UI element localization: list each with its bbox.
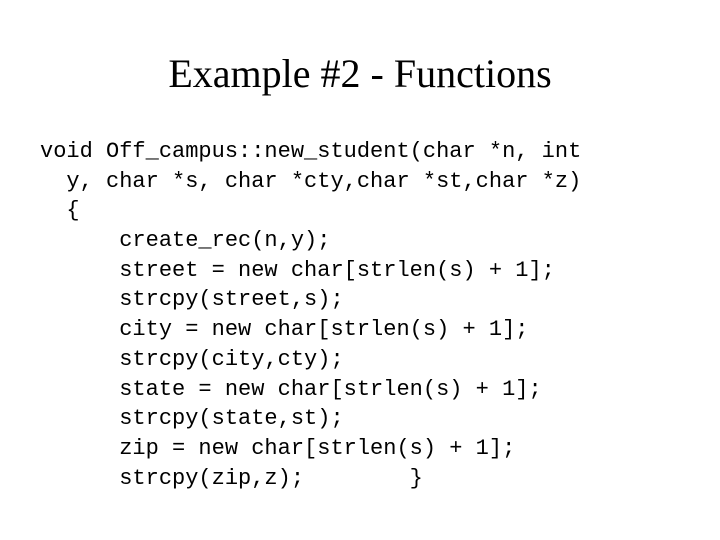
code-block: void Off_campus::new_student(char *n, in…	[40, 137, 680, 493]
code-line: city = new char[strlen(s) + 1];	[40, 317, 528, 342]
code-line: void Off_campus::new_student(char *n, in…	[40, 139, 581, 164]
code-line: strcpy(state,st);	[40, 406, 344, 431]
code-line: strcpy(city,cty);	[40, 347, 344, 372]
code-line: street = new char[strlen(s) + 1];	[40, 258, 555, 283]
code-line: strcpy(zip,z); }	[40, 466, 423, 491]
code-line: strcpy(street,s);	[40, 287, 344, 312]
slide: Example #2 - Functions void Off_campus::…	[0, 0, 720, 540]
code-line: create_rec(n,y);	[40, 228, 330, 253]
code-line: state = new char[strlen(s) + 1];	[40, 377, 542, 402]
slide-title: Example #2 - Functions	[40, 50, 680, 97]
code-line: y, char *s, char *cty,char *st,char *z)	[40, 169, 581, 194]
code-line: zip = new char[strlen(s) + 1];	[40, 436, 515, 461]
code-line: {	[40, 198, 80, 223]
